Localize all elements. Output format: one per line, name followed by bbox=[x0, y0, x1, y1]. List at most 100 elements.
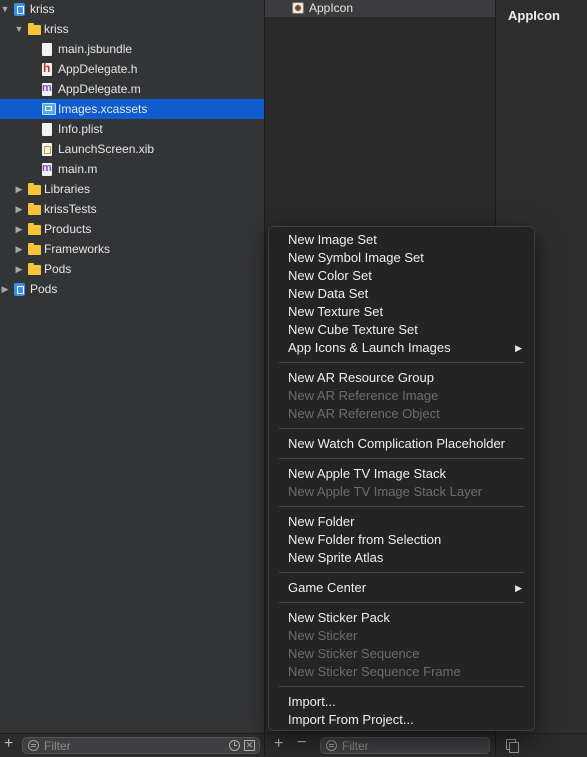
menu-item[interactable]: New Folder from Selection bbox=[269, 531, 534, 549]
asset-list-bottom-bar: + − Filter bbox=[264, 733, 495, 756]
asset-row-appicon[interactable]: AppIcon bbox=[265, 0, 496, 17]
asset-filter-placeholder: Filter bbox=[342, 739, 369, 753]
tree-row[interactable]: ▶ Frameworks bbox=[0, 239, 264, 259]
tree-row[interactable]: ▼ kriss bbox=[0, 19, 264, 39]
tree-row-label: kriss bbox=[30, 2, 55, 16]
menu-item[interactable]: Import... bbox=[269, 693, 534, 711]
menu-item: New Apple TV Image Stack Layer bbox=[269, 483, 534, 501]
disclosure-collapsed-icon[interactable]: ▶ bbox=[0, 279, 10, 299]
menu-item[interactable]: Import From Project... bbox=[269, 711, 534, 729]
menu-separator bbox=[279, 458, 524, 459]
menu-separator bbox=[279, 428, 524, 429]
menu-item[interactable]: New AR Resource Group bbox=[269, 369, 534, 387]
tree-row-label: Pods bbox=[44, 262, 72, 276]
objc-file-icon bbox=[42, 82, 52, 96]
tree-row[interactable]: Info.plist bbox=[0, 119, 264, 139]
tree-row-label: Info.plist bbox=[58, 122, 103, 136]
tree-row[interactable]: ▼ kriss bbox=[0, 0, 264, 19]
disclosure-collapsed-icon[interactable]: ▶ bbox=[14, 219, 24, 239]
asset-filter-field[interactable]: Filter bbox=[320, 737, 490, 754]
asset-row-label: AppIcon bbox=[309, 1, 354, 15]
menu-item-label: Import... bbox=[288, 694, 336, 709]
tree-row-label: AppDelegate.m bbox=[58, 82, 141, 96]
menu-item[interactable]: New Symbol Image Set bbox=[269, 249, 534, 267]
menu-item: New AR Reference Image bbox=[269, 387, 534, 405]
objc-file-icon bbox=[42, 162, 52, 176]
menu-item-label: App Icons & Launch Images bbox=[288, 340, 451, 355]
disclosure-collapsed-icon[interactable]: ▶ bbox=[14, 199, 24, 219]
show-slot-names-icon[interactable] bbox=[506, 739, 519, 753]
add-asset-button[interactable]: + bbox=[274, 735, 283, 753]
menu-item[interactable]: New Data Set bbox=[269, 285, 534, 303]
folder-icon bbox=[28, 243, 41, 255]
tree-row[interactable]: ▶ Pods bbox=[0, 259, 264, 279]
menu-item: New Sticker Sequence bbox=[269, 645, 534, 663]
tree-row-label: Libraries bbox=[44, 182, 91, 196]
tree-row[interactable]: main.m bbox=[0, 159, 264, 179]
menu-item-label: New AR Reference Object bbox=[288, 406, 440, 421]
remove-asset-button[interactable]: − bbox=[297, 734, 306, 752]
menu-item-label: New Symbol Image Set bbox=[288, 250, 424, 265]
source-control-filter-icon[interactable]: ✕ bbox=[244, 740, 255, 751]
tree-row-label: Frameworks bbox=[44, 242, 111, 256]
disclosure-expanded-icon[interactable]: ▼ bbox=[0, 0, 10, 19]
menu-item[interactable]: New Sprite Atlas bbox=[269, 549, 534, 567]
menu-item[interactable]: New Image Set bbox=[269, 231, 534, 249]
menu-item-label: New Sticker Sequence Frame bbox=[288, 664, 461, 679]
tree-row-label: main.m bbox=[58, 162, 98, 176]
project-icon bbox=[14, 283, 25, 296]
project-icon bbox=[14, 3, 25, 16]
menu-item: New Sticker bbox=[269, 627, 534, 645]
menu-item[interactable]: New Color Set bbox=[269, 267, 534, 285]
menu-item[interactable]: Game Center ▶ bbox=[269, 579, 534, 597]
asset-catalog-icon bbox=[42, 103, 56, 115]
menu-item[interactable]: New Cube Texture Set bbox=[269, 321, 534, 339]
tree-row[interactable]: main.jsbundle bbox=[0, 39, 264, 59]
menu-item-label: New Image Set bbox=[288, 232, 377, 247]
add-file-button[interactable]: + bbox=[4, 735, 13, 753]
menu-item[interactable]: New Watch Complication Placeholder bbox=[269, 435, 534, 453]
menu-item[interactable]: New Apple TV Image Stack bbox=[269, 465, 534, 483]
menu-item-label: New Sticker Sequence bbox=[288, 646, 420, 661]
folder-icon bbox=[28, 183, 41, 195]
menu-item-label: Import From Project... bbox=[288, 712, 414, 727]
menu-item-label: New Sprite Atlas bbox=[288, 550, 384, 565]
menu-item-label: New Texture Set bbox=[288, 304, 384, 319]
header-file-icon bbox=[42, 61, 52, 76]
navigator-filter-bar: + Filter ✕ bbox=[0, 733, 264, 757]
disclosure-collapsed-icon[interactable]: ▶ bbox=[14, 179, 24, 199]
appicon-thumbnail-icon bbox=[292, 2, 304, 14]
file-icon bbox=[42, 123, 52, 136]
menu-item-label: New AR Resource Group bbox=[288, 370, 434, 385]
tree-row-label: AppDelegate.h bbox=[58, 62, 138, 76]
tree-row[interactable]: ▶ Pods bbox=[0, 279, 264, 299]
tree-row[interactable]: ▶ Products bbox=[0, 219, 264, 239]
navigator-filter-field[interactable]: Filter ✕ bbox=[22, 737, 260, 754]
menu-item-label: New Folder from Selection bbox=[288, 532, 442, 547]
folder-icon bbox=[28, 263, 41, 275]
menu-item[interactable]: New Texture Set bbox=[269, 303, 534, 321]
disclosure-expanded-icon[interactable]: ▼ bbox=[14, 19, 24, 39]
tree-row[interactable]: LaunchScreen.xib bbox=[0, 139, 264, 159]
disclosure-collapsed-icon[interactable]: ▶ bbox=[14, 239, 24, 259]
menu-separator bbox=[279, 362, 524, 363]
menu-item[interactable]: New Folder bbox=[269, 513, 534, 531]
tree-row[interactable]: ▶ Libraries bbox=[0, 179, 264, 199]
menu-item[interactable]: New Sticker Pack bbox=[269, 609, 534, 627]
tree-row[interactable]: Images.xcassets bbox=[0, 99, 264, 119]
recent-files-icon[interactable] bbox=[229, 740, 240, 751]
navigator-filter-placeholder: Filter bbox=[44, 739, 71, 753]
tree-row[interactable]: AppDelegate.m bbox=[0, 79, 264, 99]
project-navigator: ▼ kriss ▼ kriss main.jsbundle AppDelegate.h Ap… bbox=[0, 0, 264, 757]
tree-row-label: main.jsbundle bbox=[58, 42, 133, 56]
menu-item[interactable]: App Icons & Launch Images ▶ bbox=[269, 339, 534, 357]
editor-bottom-bar bbox=[495, 733, 587, 756]
file-icon bbox=[42, 43, 52, 56]
disclosure-collapsed-icon[interactable]: ▶ bbox=[14, 259, 24, 279]
menu-item: New AR Reference Object bbox=[269, 405, 534, 423]
xib-file-icon bbox=[42, 143, 52, 156]
tree-row-label: Products bbox=[44, 222, 92, 236]
tree-row[interactable]: AppDelegate.h bbox=[0, 59, 264, 79]
tree-row[interactable]: ▶ krissTests bbox=[0, 199, 264, 219]
tree-row-label: krissTests bbox=[44, 202, 97, 216]
